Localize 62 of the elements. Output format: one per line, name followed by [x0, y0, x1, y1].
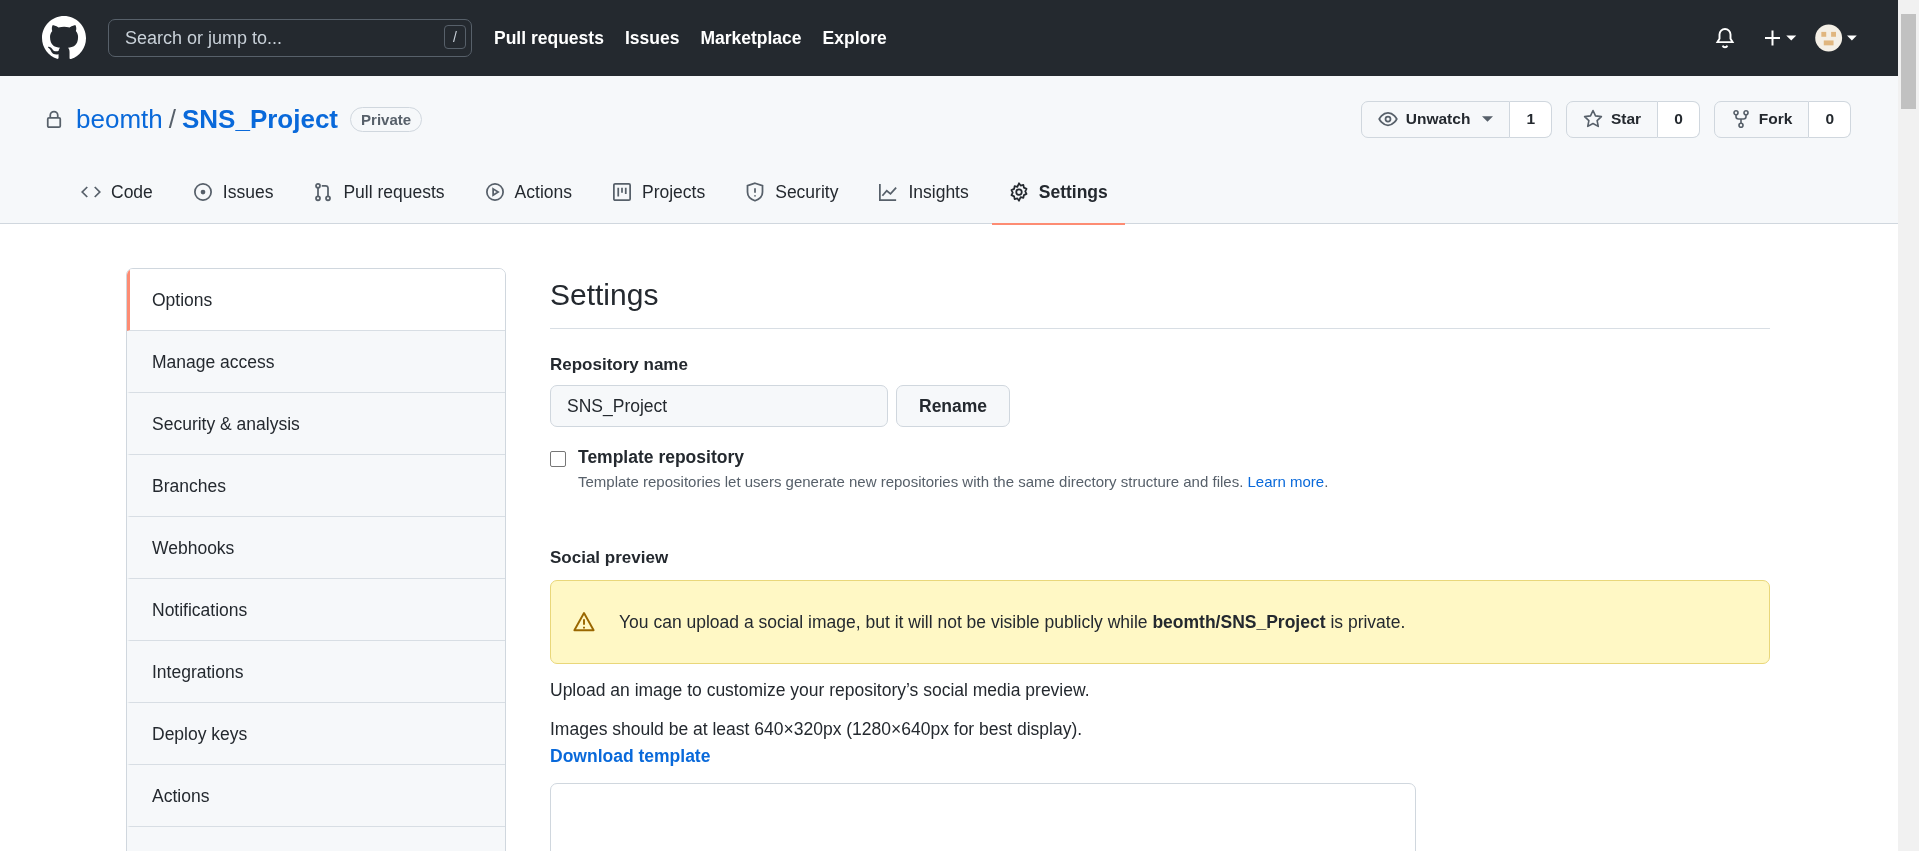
watch-button[interactable]: Unwatch — [1360, 100, 1511, 138]
sidebar-item[interactable]: Webhooks — [127, 517, 505, 579]
play-icon — [484, 182, 505, 202]
scrollbar[interactable] — [1898, 0, 1919, 851]
path-separator: / — [168, 103, 176, 135]
nav-link[interactable]: Marketplace — [700, 27, 802, 49]
repo-tab[interactable]: Actions — [467, 161, 589, 225]
star-icon — [1583, 109, 1603, 129]
bell-icon[interactable] — [1714, 27, 1736, 49]
repo-name-field[interactable]: SNS_Project — [550, 385, 888, 427]
sidebar-item[interactable]: Integrations — [127, 641, 505, 703]
fork-button[interactable]: Fork — [1713, 100, 1810, 138]
description-text: Upload an image to customize your repository’s social media preview. — [550, 680, 1091, 701]
nav-link[interactable]: Issues — [624, 27, 680, 49]
sidebar-item[interactable]: Manage access — [127, 331, 505, 393]
shield-icon — [745, 182, 766, 202]
sidebar-item[interactable]: Notifications — [127, 579, 505, 641]
repo-tab[interactable]: Issues — [175, 161, 291, 225]
gear-icon — [1008, 182, 1029, 202]
sidebar-item[interactable]: Actions — [127, 765, 505, 827]
count-label: 0 — [1658, 100, 1700, 138]
sidebar-item[interactable]: Security & analysis — [127, 393, 505, 455]
fork-icon — [1730, 109, 1751, 129]
count-label: 0 — [1809, 100, 1851, 138]
logo-icon[interactable] — [42, 16, 86, 60]
description-text: Images should be at least 640×320px (1280×640px for best display). — [550, 719, 1084, 740]
plus-icon[interactable] — [1762, 28, 1798, 48]
repo-name-link[interactable]: SNS_Project — [181, 103, 339, 135]
count-label: 1 — [1510, 100, 1552, 138]
nav-link[interactable]: Explore — [822, 27, 887, 49]
sidebar-item[interactable]: Deploy keys — [127, 703, 505, 765]
help-text: Template repositories let users generate new repositories with the same directory structure and files. Learn more. — [578, 473, 1329, 490]
star-button[interactable]: Star — [1566, 100, 1659, 138]
download-link[interactable]: Download template — [550, 746, 711, 767]
owner-link[interactable]: beomth — [76, 103, 163, 135]
sidebar-item[interactable]: Branches — [127, 455, 505, 517]
warning-icon — [573, 611, 595, 633]
rename-button[interactable]: Rename — [896, 385, 1011, 427]
page-title: Settings — [550, 278, 1770, 329]
learn-more-link[interactable]: Learn more — [1247, 473, 1325, 490]
sidebar-item[interactable]: Options — [127, 269, 505, 331]
board-icon — [612, 182, 632, 202]
warning-text: You can upload a social image, but it will not be visible publicly while beomth/SNS_Project is private. — [619, 611, 1406, 633]
graph-icon — [878, 182, 899, 202]
repo-tab[interactable]: Projects — [595, 161, 723, 225]
repo-tab[interactable]: Insights — [861, 161, 986, 225]
caret-icon — [1482, 115, 1494, 123]
pull-request-icon — [313, 182, 334, 202]
repo-tab[interactable]: Settings — [991, 161, 1125, 225]
eye-icon — [1377, 109, 1398, 129]
checkbox-label: Template repository — [578, 447, 745, 468]
nav-link[interactable]: Pull requests — [494, 27, 604, 49]
shortcut-key: / — [444, 25, 466, 49]
section-title: Social preview — [550, 548, 670, 568]
field-label: Repository name — [550, 355, 689, 375]
template-checkbox[interactable] — [550, 451, 566, 467]
repo-tab[interactable]: Code — [64, 161, 170, 225]
repo-tab[interactable]: Security — [728, 161, 856, 225]
lock-icon — [44, 109, 64, 129]
circle-dot-icon — [192, 182, 213, 202]
avatar-icon[interactable] — [1814, 23, 1858, 53]
repo-tab[interactable]: Pull requests — [296, 161, 462, 225]
